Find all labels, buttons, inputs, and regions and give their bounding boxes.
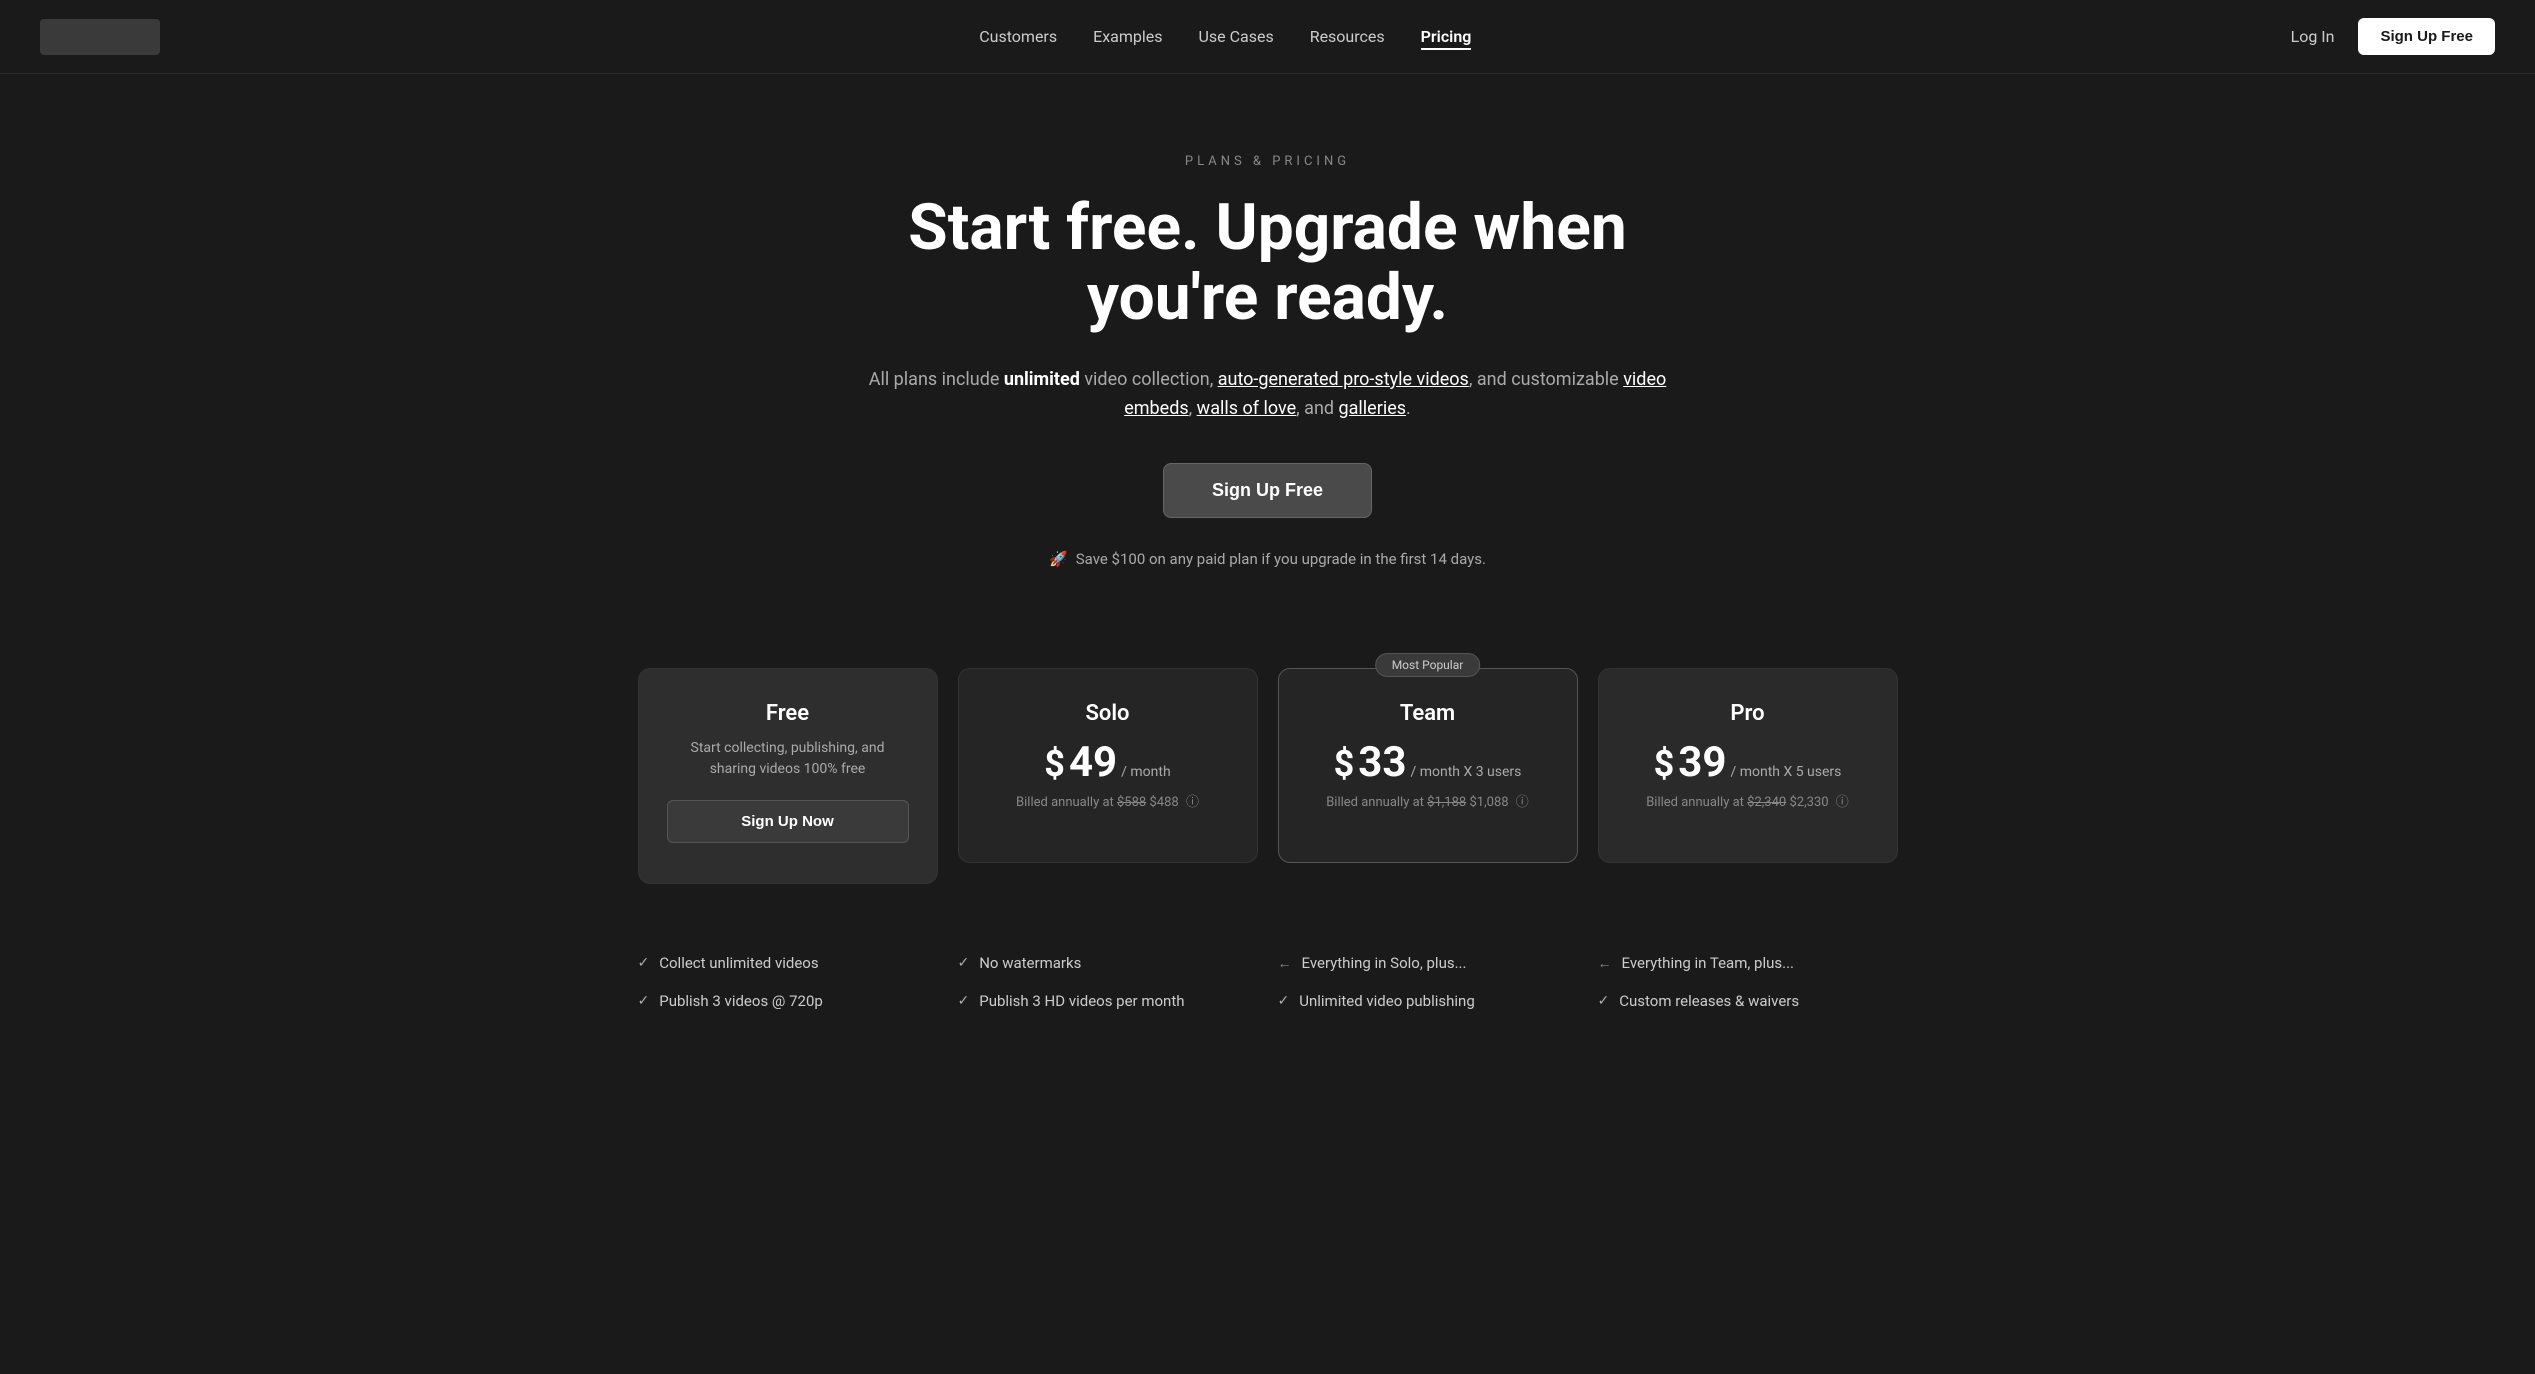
- nav-link-customers[interactable]: Customers: [979, 27, 1057, 46]
- feature-text-free-2: Publish 3 videos @ 720p: [659, 992, 823, 1010]
- nav-actions: Log In Sign Up Free: [2291, 18, 2495, 55]
- price-amount-team: 33: [1358, 738, 1406, 787]
- card-title-solo: Solo: [987, 701, 1229, 726]
- nav-item-resources[interactable]: Resources: [1310, 27, 1385, 46]
- nav-item-examples[interactable]: Examples: [1093, 27, 1162, 46]
- hero-save-note: 🚀 Save $100 on any paid plan if you upgr…: [858, 550, 1678, 568]
- pricing-card-free: Free Start collecting, publishing, and s…: [638, 668, 938, 884]
- billing-disc-team: $1,088: [1469, 795, 1508, 810]
- check-icon-solo-1: ✓: [958, 955, 970, 971]
- billing-original-solo: $588: [1117, 795, 1146, 810]
- nav-item-pricing[interactable]: Pricing: [1421, 27, 1472, 46]
- feature-text-team-1: Everything in Solo, plus...: [1302, 954, 1467, 972]
- price-amount-pro: 39: [1678, 738, 1726, 787]
- hero-signup-button[interactable]: Sign Up Free: [1163, 463, 1372, 518]
- nav-signup-button[interactable]: Sign Up Free: [2358, 18, 2495, 55]
- billing-prefix-team: Billed annually at: [1326, 795, 1427, 810]
- hero-link-walls[interactable]: walls of love: [1197, 398, 1296, 419]
- feature-text-free-1: Collect unlimited videos: [659, 954, 818, 972]
- features-col-team: ← Everything in Solo, plus... ✓ Unlimite…: [1278, 944, 1578, 1020]
- check-icon-solo-2: ✓: [958, 993, 970, 1009]
- price-dollar-team: $: [1334, 743, 1355, 785]
- hero-link-galleries[interactable]: galleries: [1339, 398, 1407, 419]
- rocket-icon: 🚀: [1049, 550, 1068, 568]
- feature-free-2: ✓ Publish 3 videos @ 720p: [638, 982, 938, 1020]
- card-billing-team: Billed annually at $1,188 $1,088 ⓘ: [1307, 791, 1549, 810]
- price-per-solo: / month: [1121, 764, 1171, 780]
- price-per-pro: / month X 5 users: [1730, 764, 1841, 780]
- features-col-pro: ← Everything in Team, plus... ✓ Custom r…: [1598, 944, 1898, 1020]
- arrow-icon-team-1: ←: [1278, 955, 1292, 972]
- card-price-pro: $ 39 / month X 5 users: [1627, 738, 1869, 787]
- navbar: Customers Examples Use Cases Resources P…: [0, 0, 2535, 74]
- hero-title: Start free. Upgrade when you're ready.: [858, 193, 1678, 334]
- feature-text-pro-1: Everything in Team, plus...: [1622, 954, 1795, 972]
- hero-save-text: Save $100 on any paid plan if you upgrad…: [1076, 550, 1486, 568]
- check-icon-pro-2: ✓: [1598, 993, 1610, 1009]
- feature-text-solo-1: No watermarks: [979, 954, 1081, 972]
- login-link[interactable]: Log In: [2291, 27, 2335, 46]
- feature-pro-1: ← Everything in Team, plus...: [1598, 944, 1898, 982]
- info-icon-team[interactable]: ⓘ: [1516, 795, 1529, 810]
- arrow-icon-pro-1: ←: [1598, 955, 1612, 972]
- hero-subtitle-bold: unlimited: [1004, 369, 1080, 390]
- check-icon-free-2: ✓: [638, 993, 650, 1009]
- card-description-free: Start collecting, publishing, and sharin…: [667, 738, 909, 780]
- card-title-pro: Pro: [1627, 701, 1869, 726]
- pricing-card-pro: Pro $ 39 / month X 5 users Billed annual…: [1598, 668, 1898, 863]
- card-price-solo: $ 49 / month: [987, 738, 1229, 787]
- card-title-free: Free: [667, 701, 909, 726]
- feature-text-team-2: Unlimited video publishing: [1299, 992, 1475, 1010]
- price-dollar-pro: $: [1654, 743, 1675, 785]
- check-icon-free-1: ✓: [638, 955, 650, 971]
- nav-link-pricing[interactable]: Pricing: [1421, 27, 1472, 50]
- info-icon-pro[interactable]: ⓘ: [1836, 795, 1849, 810]
- feature-solo-1: ✓ No watermarks: [958, 944, 1258, 982]
- info-icon-solo[interactable]: ⓘ: [1186, 795, 1199, 810]
- price-amount-solo: 49: [1069, 738, 1117, 787]
- billing-disc-solo: $488: [1149, 795, 1178, 810]
- card-title-team: Team: [1307, 701, 1549, 726]
- nav-item-use-cases[interactable]: Use Cases: [1199, 27, 1274, 46]
- features-col-free: ✓ Collect unlimited videos ✓ Publish 3 v…: [638, 944, 938, 1020]
- billing-prefix-pro: Billed annually at: [1646, 795, 1747, 810]
- hero-link-pro-style[interactable]: auto-generated pro-style videos: [1218, 369, 1469, 390]
- hero-label: PLANS & PRICING: [858, 154, 1678, 169]
- card-price-team: $ 33 / month X 3 users: [1307, 738, 1549, 787]
- card-billing-pro: Billed annually at $2,340 $2,330 ⓘ: [1627, 791, 1869, 810]
- feature-pro-2: ✓ Custom releases & waivers: [1598, 982, 1898, 1020]
- most-popular-badge: Most Popular: [1375, 653, 1481, 677]
- billing-disc-pro: $2,330: [1789, 795, 1828, 810]
- nav-links: Customers Examples Use Cases Resources P…: [979, 27, 1471, 46]
- billing-prefix-solo: Billed annually at: [1016, 795, 1117, 810]
- logo[interactable]: [40, 19, 160, 55]
- free-signup-button[interactable]: Sign Up Now: [667, 800, 909, 843]
- check-icon-team-2: ✓: [1278, 993, 1290, 1009]
- feature-solo-2: ✓ Publish 3 HD videos per month: [958, 982, 1258, 1020]
- feature-team-1: ← Everything in Solo, plus...: [1278, 944, 1578, 982]
- pricing-cards: Free Start collecting, publishing, and s…: [60, 668, 2475, 884]
- hero-subtitle: All plans include unlimited video collec…: [858, 366, 1678, 424]
- nav-link-examples[interactable]: Examples: [1093, 27, 1162, 46]
- hero-section: PLANS & PRICING Start free. Upgrade when…: [818, 74, 1718, 628]
- features-row: ✓ Collect unlimited videos ✓ Publish 3 v…: [60, 944, 2475, 1020]
- pricing-card-solo: Solo $ 49 / month Billed annually at $58…: [958, 668, 1258, 863]
- price-per-team: / month X 3 users: [1410, 764, 1521, 780]
- features-col-solo: ✓ No watermarks ✓ Publish 3 HD videos pe…: [958, 944, 1258, 1020]
- feature-team-2: ✓ Unlimited video publishing: [1278, 982, 1578, 1020]
- nav-item-customers[interactable]: Customers: [979, 27, 1057, 46]
- card-billing-solo: Billed annually at $588 $488 ⓘ: [987, 791, 1229, 810]
- nav-link-use-cases[interactable]: Use Cases: [1199, 27, 1274, 46]
- price-dollar-solo: $: [1044, 743, 1065, 785]
- feature-free-1: ✓ Collect unlimited videos: [638, 944, 938, 982]
- feature-text-solo-2: Publish 3 HD videos per month: [979, 992, 1184, 1010]
- billing-original-pro: $2,340: [1747, 795, 1786, 810]
- billing-original-team: $1,188: [1427, 795, 1466, 810]
- pricing-card-team: Most Popular Team $ 33 / month X 3 users…: [1278, 668, 1578, 863]
- pricing-section: Free Start collecting, publishing, and s…: [0, 628, 2535, 944]
- nav-link-resources[interactable]: Resources: [1310, 27, 1385, 46]
- features-section: ✓ Collect unlimited videos ✓ Publish 3 v…: [0, 944, 2535, 1020]
- feature-text-pro-2: Custom releases & waivers: [1619, 992, 1799, 1010]
